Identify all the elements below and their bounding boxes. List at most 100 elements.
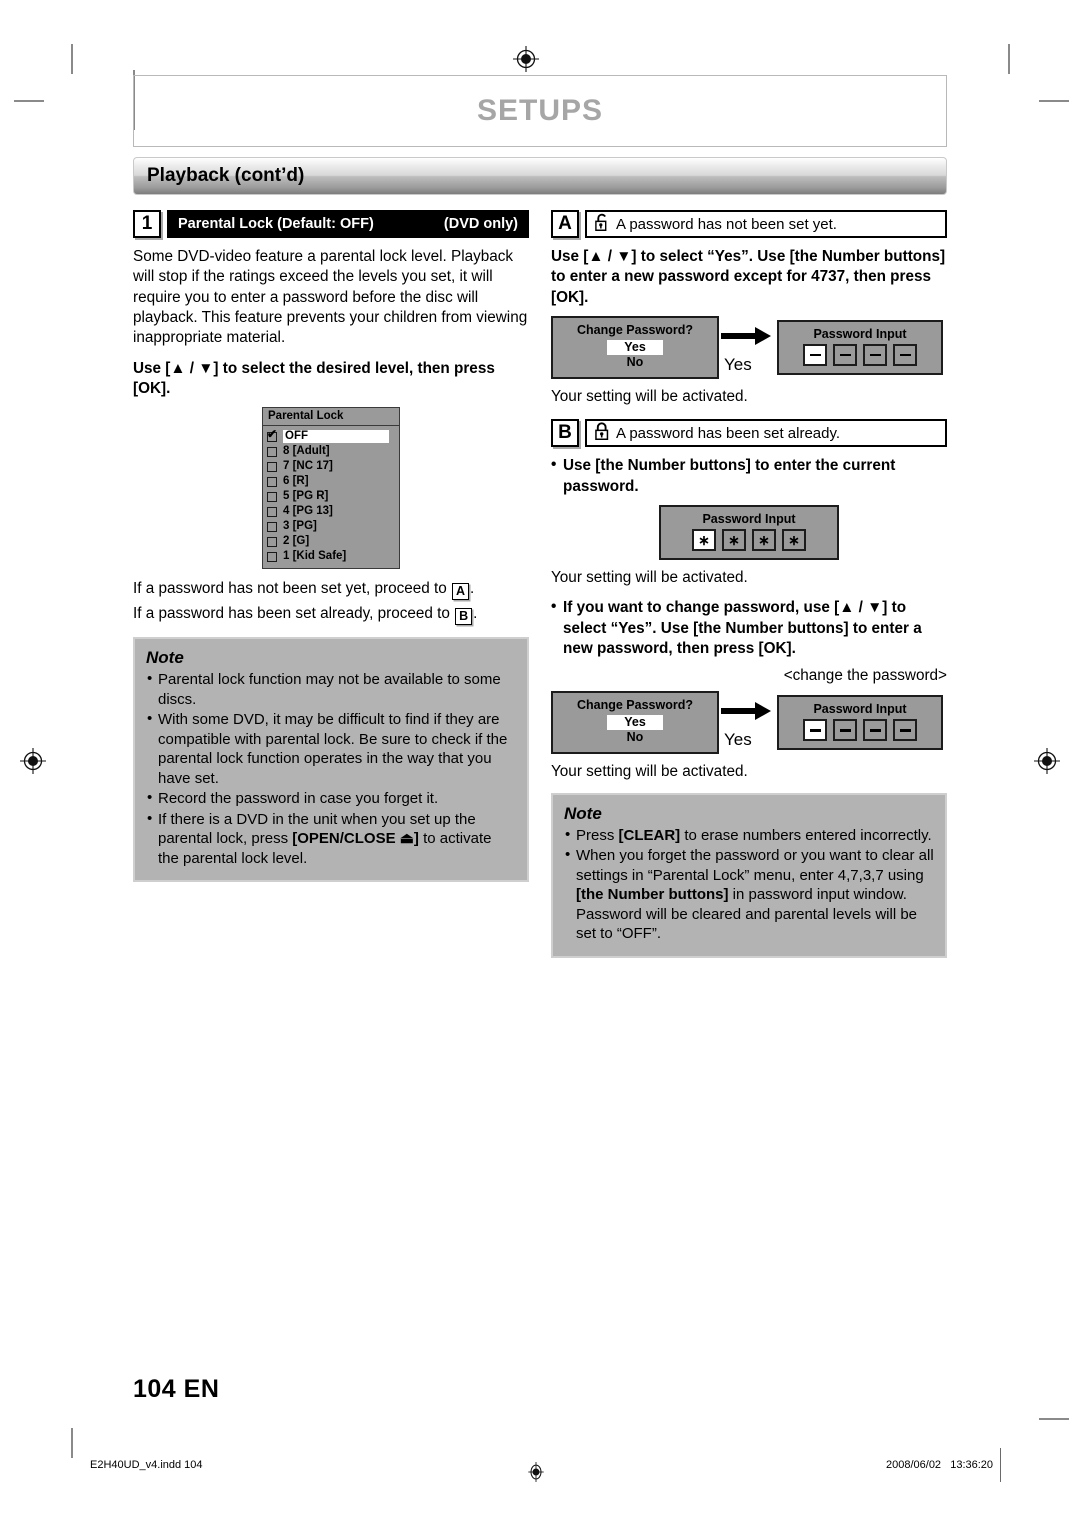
parental-level-row[interactable]: 3 [PG] xyxy=(267,519,395,534)
footer-file-name: E2H40UD_v4.indd 104 xyxy=(90,1459,203,1471)
password-cell[interactable] xyxy=(893,344,917,367)
crop-mark-top-right-horizontal xyxy=(1039,100,1069,102)
parental-level-label: 2 [G] xyxy=(283,535,310,548)
parental-lock-osd-title: Parental Lock xyxy=(263,408,399,427)
note-list-left: Parental lock function may not be availa… xyxy=(146,669,516,869)
section-bar: Playback (cont’d) xyxy=(133,157,947,195)
proceed-to-a-text: If a password has not been set yet, proc… xyxy=(133,579,529,601)
yes-option-selected[interactable]: Yes xyxy=(607,715,663,731)
change-password-dialog: Change Password? Yes No xyxy=(551,691,719,755)
password-cell[interactable]: ∗ xyxy=(722,529,746,552)
flow-diagram-b-change: Change Password? Yes No Yes Password Inp… xyxy=(551,691,947,755)
checkbox-icon[interactable] xyxy=(267,461,277,472)
parental-level-label: 1 [Kid Safe] xyxy=(283,550,347,563)
section-b-bullet-2: If you want to change password, use [▲ /… xyxy=(551,597,947,659)
password-cell[interactable]: ∗ xyxy=(752,529,776,552)
section-a-activated: Your setting will be activated. xyxy=(551,388,748,406)
crop-mark-top-right-vertical xyxy=(1008,44,1010,74)
password-input-cells xyxy=(787,344,933,367)
step-1-tag: (DVD only) xyxy=(443,216,518,232)
checkbox-icon[interactable] xyxy=(267,476,277,487)
password-cell[interactable] xyxy=(833,719,857,742)
step-1-instruction: Use [▲ / ▼] to select the desired level,… xyxy=(133,359,495,398)
registration-mark-left xyxy=(20,748,46,774)
checkbox-icon[interactable] xyxy=(267,491,277,502)
parental-level-label: OFF xyxy=(283,430,389,444)
open-close-key-label: [OPEN/CLOSE ⏏] xyxy=(292,830,419,848)
dash-glyph xyxy=(899,729,911,732)
password-cell[interactable] xyxy=(863,719,887,742)
section-a-header: A A password has not been set yet. xyxy=(551,210,947,238)
clear-key-label: [CLEAR] xyxy=(618,826,681,844)
crop-mark-bottom-right-horizontal xyxy=(1039,1418,1069,1420)
section-a-badge: A xyxy=(551,210,579,238)
parental-level-row[interactable]: 7 [NC 17] xyxy=(267,459,395,474)
password-input-panel-b-change: Password Input xyxy=(777,695,943,751)
flow-diagram-a: Change Password? Yes No Yes Password Inp… xyxy=(551,316,947,380)
parental-level-label: 5 [PG R] xyxy=(283,490,329,503)
parental-level-row[interactable]: OFF xyxy=(267,428,395,444)
two-column-layout: 1 Parental Lock (Default: OFF) (DVD only… xyxy=(133,210,947,958)
parental-level-label: 7 [NC 17] xyxy=(283,460,333,473)
left-column: 1 Parental Lock (Default: OFF) (DVD only… xyxy=(133,210,529,958)
password-cell[interactable] xyxy=(803,344,827,367)
password-input-title: Password Input xyxy=(813,327,907,342)
note-item: Press [CLEAR] to erase numbers entered i… xyxy=(564,825,934,846)
registration-mark-right xyxy=(1034,748,1060,774)
section-b-bullet-1: Use [the Number buttons] to enter the cu… xyxy=(551,455,947,497)
crop-mark-bottom-left-vertical xyxy=(71,1428,73,1458)
password-input-cells: ∗ ∗ ∗ ∗ xyxy=(669,529,829,552)
password-cell[interactable]: ∗ xyxy=(692,529,716,552)
note-item: Record the password in case you forget i… xyxy=(146,788,516,809)
parental-lock-osd-list: OFF 8 [Adult] 7 [NC 17] 6 [R] xyxy=(263,426,399,568)
password-cell[interactable] xyxy=(863,344,887,367)
password-cell[interactable] xyxy=(893,719,917,742)
password-input-panel-a: Password Input xyxy=(777,320,943,376)
section-bar-title: Playback (cont’d) xyxy=(147,165,305,186)
section-a-title-bar: A password has not been set yet. xyxy=(585,210,947,238)
note-item: If there is a DVD in the unit when you s… xyxy=(146,809,516,869)
section-a-title: A password has not been set yet. xyxy=(616,215,837,233)
parental-level-row[interactable]: 1 [Kid Safe] xyxy=(267,549,395,564)
checkbox-checked-icon[interactable] xyxy=(267,428,277,442)
step-1-header: 1 Parental Lock (Default: OFF) (DVD only… xyxy=(133,210,529,238)
checkbox-icon[interactable] xyxy=(267,521,277,532)
checkbox-icon[interactable] xyxy=(267,551,277,562)
proceed-a-prefix: If a password has not been set yet, proc… xyxy=(133,580,452,598)
password-cell[interactable]: ∗ xyxy=(782,529,806,552)
flow-diagram-b-current: Password Input ∗ ∗ ∗ ∗ xyxy=(551,505,947,561)
checkbox-icon[interactable] xyxy=(267,446,277,457)
no-option[interactable]: No xyxy=(561,730,709,745)
dash-glyph xyxy=(869,353,881,357)
dash-glyph xyxy=(839,729,851,732)
note-item-text: Press xyxy=(576,826,619,844)
parental-level-label: 8 [Adult] xyxy=(283,445,330,458)
setups-header-box: SETUPS xyxy=(133,75,947,147)
footer-date-time: 2008/06/02 13:36:20 xyxy=(886,1459,994,1471)
checkbox-icon[interactable] xyxy=(267,536,277,547)
inline-badge-a: A xyxy=(452,583,470,601)
note-item: Parental lock function may not be availa… xyxy=(146,669,516,709)
parental-level-row[interactable]: 8 [Adult] xyxy=(267,444,395,459)
password-cell[interactable] xyxy=(833,344,857,367)
password-cell[interactable] xyxy=(803,719,827,742)
parental-level-label: 3 [PG] xyxy=(283,520,317,533)
checkbox-icon[interactable] xyxy=(267,506,277,517)
parental-level-row[interactable]: 2 [G] xyxy=(267,534,395,549)
note-item: With some DVD, it may be difficult to fi… xyxy=(146,709,516,788)
yes-option-selected[interactable]: Yes xyxy=(607,340,663,356)
no-option[interactable]: No xyxy=(561,355,709,370)
parental-level-row[interactable]: 4 [PG 13] xyxy=(267,504,395,519)
note-box-right: Note Press [CLEAR] to erase numbers ente… xyxy=(551,792,947,958)
registration-mark-bottom xyxy=(526,1462,546,1482)
step-1-title-bar: Parental Lock (Default: OFF) (DVD only) xyxy=(167,210,529,238)
parental-level-row[interactable]: 5 [PG R] xyxy=(267,489,395,504)
flow-arrow-b-label: Yes xyxy=(724,729,752,749)
step-1-badge: 1 xyxy=(133,210,161,238)
parental-level-row[interactable]: 6 [R] xyxy=(267,474,395,489)
section-b-bullet-1-list: Use [the Number buttons] to enter the cu… xyxy=(551,455,947,497)
proceed-to-b-text: If a password has been set already, proc… xyxy=(133,604,529,626)
locked-padlock-icon xyxy=(594,421,610,445)
page-number: 104 EN xyxy=(133,1375,220,1403)
crop-mark-top-left-vertical xyxy=(71,44,73,74)
